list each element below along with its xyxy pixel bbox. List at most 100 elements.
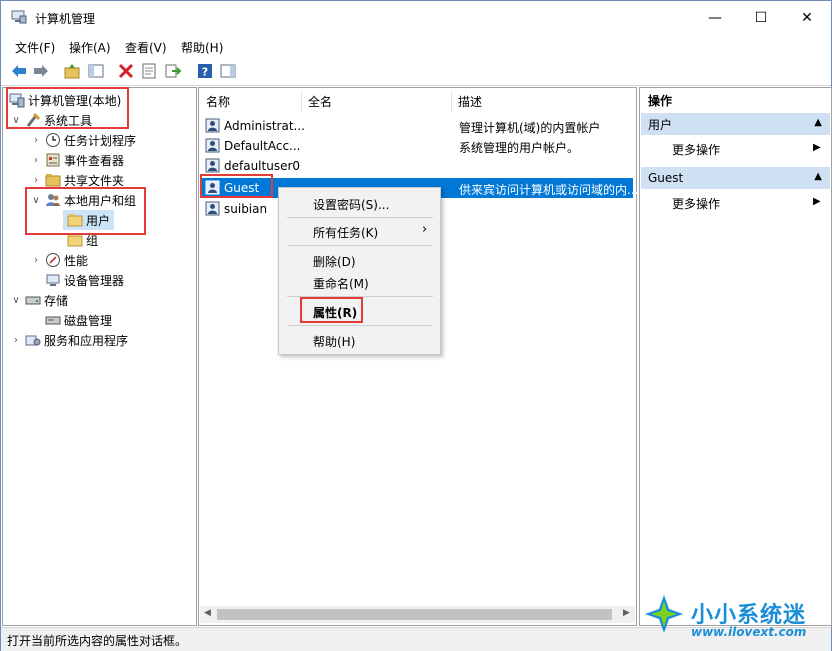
menu-divider [287, 296, 433, 297]
tree-item-system-tools[interactable]: ∨ 系统工具 [11, 110, 92, 130]
tree-item-label: 系统工具 [44, 113, 93, 128]
tree-item-storage[interactable]: ∨ 存储 [11, 290, 68, 310]
maximize-icon: ☐ [754, 10, 768, 26]
menu-action[interactable]: 操作(A) [69, 39, 111, 56]
user-description: 供来宾访问计算机或访问域的内... [459, 183, 639, 197]
column-header-description[interactable]: 描述 [452, 90, 634, 112]
scrollbar-thumb[interactable] [217, 609, 612, 620]
user-name: Administrat... [224, 119, 305, 133]
collapse-icon[interactable]: ▲ [814, 117, 822, 128]
show-hide-tree-icon[interactable] [87, 62, 105, 80]
help-icon[interactable]: ? [196, 62, 214, 80]
actions-section-guest[interactable]: Guest ▲ [641, 167, 830, 189]
action-pane-icon[interactable] [219, 62, 237, 80]
watermark-url: www.ilovext.com [691, 625, 807, 639]
user-name: suibian [224, 202, 268, 216]
menu-item-all-tasks[interactable]: 所有任务(K) [313, 224, 378, 241]
user-name: DefaultAcc... [224, 139, 301, 153]
menu-item-properties[interactable]: 属性(R) [313, 304, 357, 321]
event-viewer-icon [45, 152, 61, 168]
tree-item-performance[interactable]: › 性能 [31, 250, 88, 270]
tree-item-computer-management[interactable]: 计算机管理(本地) [7, 90, 121, 110]
actions-pane: 操作 用户 ▲ 更多操作 ▶ Guest ▲ 更多操作 ▶ [639, 87, 832, 626]
tree-item-local-users-groups[interactable]: ∨ 本地用户和组 [31, 190, 136, 210]
actions-section-users[interactable]: 用户 ▲ [641, 113, 830, 135]
menu-item-set-password[interactable]: 设置密码(S)... [313, 196, 389, 213]
chevron-right-icon[interactable]: › [31, 175, 41, 186]
tree-item-label: 设备管理器 [64, 273, 125, 288]
scroll-left-icon[interactable]: ◀ [204, 608, 211, 618]
tree-item-label: 存储 [44, 293, 69, 308]
chevron-down-icon[interactable]: ∨ [11, 115, 21, 126]
table-row[interactable]: DefaultAcc... 系统管理的用户帐户。 [201, 136, 633, 156]
console-tree-pane: 计算机管理(本地) ∨ 系统工具 › 任务计划程序 › 事件查看器 › 共享文件… [2, 87, 197, 626]
export-icon[interactable] [164, 62, 182, 80]
horizontal-scrollbar[interactable]: ◀ ▶ [200, 606, 635, 623]
back-arrow-icon[interactable] [10, 62, 28, 80]
chevron-right-icon[interactable]: › [11, 335, 21, 346]
user-name: defaultuser0 [224, 159, 301, 173]
svg-text:?: ? [202, 66, 208, 79]
forward-arrow-icon[interactable] [32, 62, 50, 80]
tree-item-label: 服务和应用程序 [44, 333, 129, 348]
submenu-arrow-icon[interactable]: ▶ [813, 142, 821, 153]
menu-item-delete[interactable]: 删除(D) [313, 253, 356, 270]
tree-item-label: 计算机管理(本地) [28, 93, 122, 108]
tree-item-event-viewer[interactable]: › 事件查看器 [31, 150, 124, 170]
column-header-name[interactable]: 名称 [200, 90, 302, 112]
table-row[interactable]: defaultuser0 [201, 156, 633, 176]
action-label: 更多操作 [672, 143, 721, 157]
minimize-button[interactable]: — [692, 1, 738, 35]
user-icon [205, 180, 220, 195]
menu-view[interactable]: 查看(V) [125, 39, 167, 56]
chevron-right-icon[interactable]: › [31, 155, 41, 166]
table-row[interactable]: Administrat... 管理计算机(域)的内置帐户 [201, 116, 633, 136]
tree-item-shared-folders[interactable]: › 共享文件夹 [31, 170, 124, 190]
user-list-pane: 名称 全名 描述 Administrat... 管理计算机(域)的内置帐户 De… [198, 87, 639, 626]
tree-item-device-manager[interactable]: 设备管理器 [41, 270, 124, 290]
user-icon [205, 158, 220, 173]
maximize-button[interactable]: ☐ [738, 1, 784, 35]
tree-item-label: 用户 [86, 213, 111, 228]
collapse-icon[interactable]: ▲ [814, 171, 822, 182]
tree-item-users[interactable]: 用户 [63, 210, 115, 230]
menu-divider [287, 245, 433, 246]
close-button[interactable]: ✕ [784, 1, 830, 35]
tree-item-services-apps[interactable]: › 服务和应用程序 [11, 330, 128, 350]
user-icon [205, 201, 220, 216]
status-text: 打开当前所选内容的属性对话框。 [7, 634, 188, 648]
chevron-down-icon[interactable]: ∨ [11, 295, 21, 306]
tree-item-task-scheduler[interactable]: › 任务计划程序 [31, 130, 136, 150]
scroll-right-icon[interactable]: ▶ [623, 608, 630, 618]
action-label: 更多操作 [672, 197, 721, 211]
action-more-actions-users[interactable]: 更多操作 [672, 141, 720, 158]
tree-item-label: 性能 [64, 253, 89, 268]
watermark-logo-icon [645, 595, 683, 633]
column-header-fullname[interactable]: 全名 [302, 90, 452, 112]
context-menu: 设置密码(S)... 所有任务(K) › 删除(D) 重命名(M) 属性(R) … [278, 187, 441, 355]
minimize-icon: — [708, 10, 722, 26]
delete-icon[interactable] [117, 62, 135, 80]
folder-icon [67, 232, 83, 248]
properties-icon[interactable] [140, 62, 158, 80]
chevron-down-icon[interactable]: ∨ [31, 195, 41, 206]
action-more-actions-guest[interactable]: 更多操作 [672, 195, 720, 212]
menu-file[interactable]: 文件(F) [15, 39, 55, 56]
services-icon [25, 332, 41, 348]
user-icon [205, 138, 220, 153]
up-folder-icon[interactable] [63, 62, 81, 80]
tree-item-disk-management[interactable]: 磁盘管理 [41, 310, 112, 330]
submenu-arrow-icon[interactable]: ▶ [813, 196, 821, 207]
menu-item-help[interactable]: 帮助(H) [313, 333, 355, 350]
section-label: Guest [648, 171, 684, 185]
chevron-right-icon[interactable]: › [31, 255, 41, 266]
chevron-right-icon[interactable]: › [31, 135, 41, 146]
menu-divider [287, 325, 433, 326]
tree-item-label: 任务计划程序 [64, 133, 137, 148]
title-bar: 计算机管理 — ☐ ✕ [1, 1, 831, 35]
performance-icon [45, 252, 61, 268]
menu-item-rename[interactable]: 重命名(M) [313, 275, 369, 292]
menu-divider [287, 217, 433, 218]
tree-item-groups[interactable]: 组 [63, 230, 98, 250]
menu-help[interactable]: 帮助(H) [181, 39, 223, 56]
